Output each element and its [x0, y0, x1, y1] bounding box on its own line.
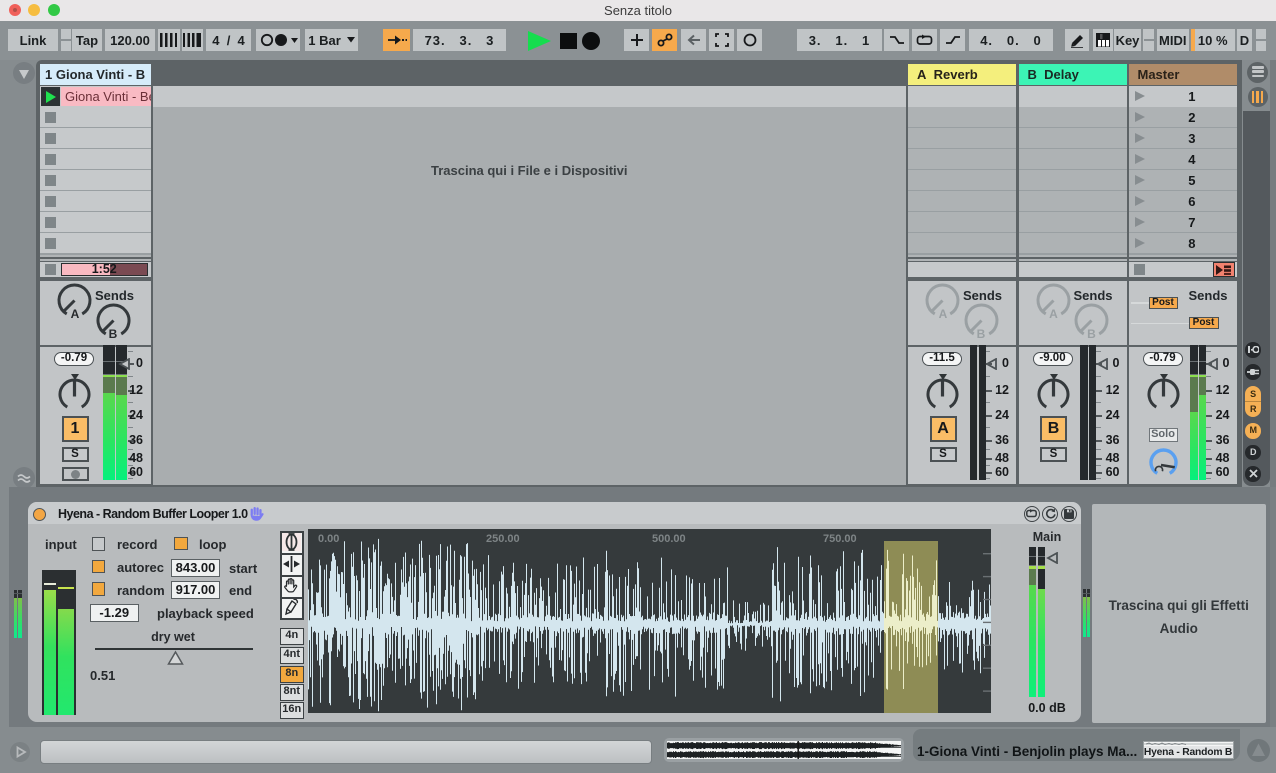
svg-text:750.00: 750.00 — [823, 533, 857, 545]
svg-text:0.00: 0.00 — [318, 533, 339, 545]
svg-text:500.00: 500.00 — [652, 533, 686, 545]
svg-text:250.00: 250.00 — [486, 533, 520, 545]
